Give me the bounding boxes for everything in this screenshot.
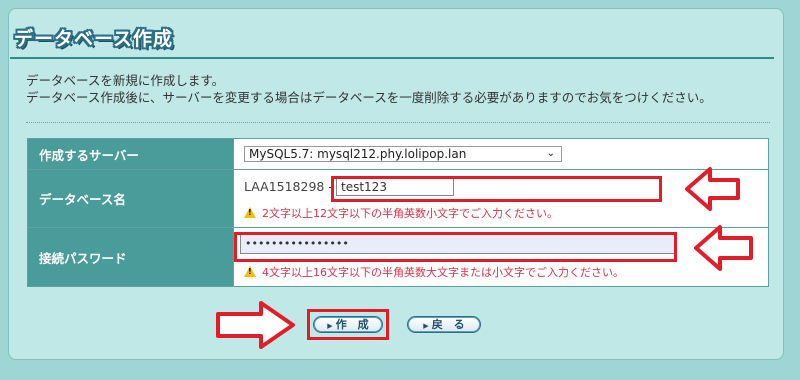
chevron-down-icon: ⌄	[546, 148, 555, 159]
dotted-divider	[26, 122, 770, 123]
play-icon: ▶	[423, 322, 429, 330]
arrow-left-icon	[685, 167, 740, 211]
password-note: 4文字以上16文字以下の半角英数大文字または小文字でご入力ください。	[244, 264, 624, 280]
server-value-cell: MySQL5.7: mysql212.phy.lolipop.lan ⌄	[233, 138, 769, 170]
database-name-prefix: LAA1518298 -	[244, 179, 333, 194]
db-form-table: 作成するサーバー MySQL5.7: mysql212.phy.lolipop.…	[27, 138, 769, 287]
password-label: 接続パスワード	[27, 227, 234, 287]
server-label: 作成するサーバー	[27, 138, 234, 170]
highlight-database-name	[331, 176, 662, 202]
server-row: 作成するサーバー MySQL5.7: mysql212.phy.lolipop.…	[27, 138, 769, 170]
back-button-label: 戻 る	[431, 318, 465, 331]
warning-icon	[244, 207, 256, 218]
create-button-label: 作 成	[335, 318, 369, 331]
description-line-2: データベース作成後に、サーバーを変更する場合はデータベースを一度削除する必要があ…	[26, 90, 712, 105]
database-name-note-text: 2文字以上12文字以下の半角英数小文字でご入力ください。	[262, 207, 558, 220]
description: データベースを新規に作成します。 データベース作成後に、サーバーを変更する場合は…	[26, 72, 712, 106]
highlight-password	[234, 232, 677, 262]
database-name-label: データベース名	[27, 169, 234, 228]
back-button[interactable]: ▶ 戻 る	[407, 316, 481, 333]
server-select-value: MySQL5.7: mysql212.phy.lolipop.lan	[249, 147, 467, 161]
arrow-left-icon	[694, 225, 753, 271]
warning-icon	[244, 266, 256, 277]
database-name-note: 2文字以上12文字以下の半角英数小文字でご入力ください。	[244, 205, 558, 221]
create-button[interactable]: ▶ 作 成	[313, 316, 383, 333]
play-icon: ▶	[327, 322, 333, 330]
server-select[interactable]: MySQL5.7: mysql212.phy.lolipop.lan ⌄	[244, 146, 562, 162]
arrow-right-icon	[216, 301, 295, 349]
title-divider	[10, 57, 774, 59]
password-note-text: 4文字以上16文字以下の半角英数大文字または小文字でご入力ください。	[262, 266, 624, 279]
description-line-1: データベースを新規に作成します。	[26, 73, 225, 88]
page-title: データベース作成	[14, 28, 174, 50]
